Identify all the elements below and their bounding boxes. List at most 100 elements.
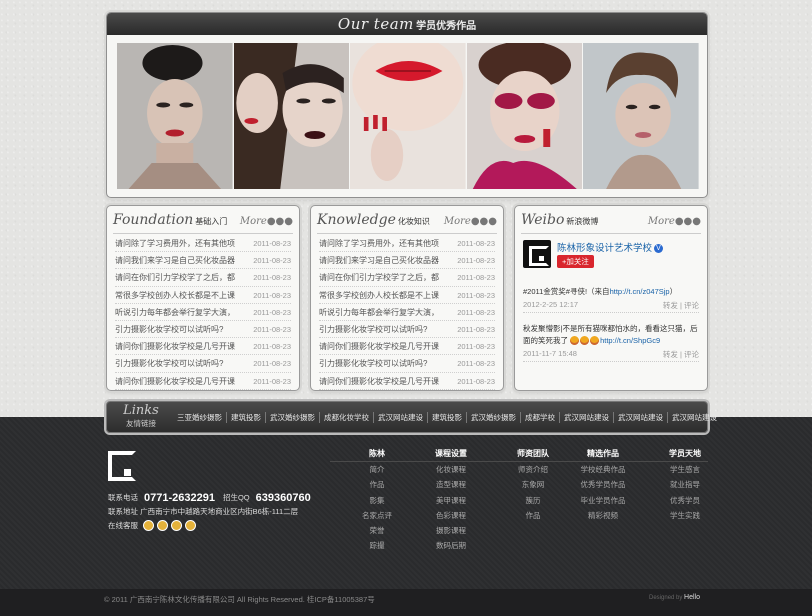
qq-service-icon[interactable] <box>185 520 197 531</box>
emoji-icon <box>590 336 600 345</box>
portrait-photo-4[interactable] <box>466 43 583 189</box>
list-item[interactable]: 请问除了学习费用外，还有其他项 2011-08-23 <box>115 235 291 253</box>
footer-link[interactable]: 就业指导 <box>650 477 720 492</box>
friend-link[interactable]: 成都化妆学校 <box>320 411 374 423</box>
friend-link[interactable]: 武汉网站建设 <box>614 411 668 423</box>
friend-link[interactable]: 建筑投影 <box>227 411 266 423</box>
post-link[interactable]: http://t.cn/z047Sjp <box>610 287 670 296</box>
list-item[interactable]: 引力摄影化妆学校可以试听吗? 2011-08-23 <box>115 355 291 373</box>
footer-link[interactable]: 简介 <box>342 462 412 477</box>
friend-link[interactable]: 三亚婚纱摄影 <box>173 411 227 423</box>
qq-service-icon[interactable] <box>157 520 169 531</box>
friend-link[interactable]: 成都学校 <box>521 411 560 423</box>
footer-link[interactable]: 优秀学员作品 <box>568 477 638 492</box>
weibo-feed[interactable]: #2011金赏奖#寻侠!（来自http://t.cn/z047Sjp） 2012… <box>523 286 699 386</box>
footer-link[interactable]: 造型课程 <box>416 477 486 492</box>
team-title: 学员优秀作品 <box>416 21 477 32</box>
friend-link[interactable]: 武汉网站建设 <box>668 412 721 423</box>
list-item[interactable]: 引力摄影化妆学校可以试听吗? 2011-08-23 <box>115 321 291 339</box>
list-item[interactable]: 常很多学校创办人校长都是不上课 2011-08-23 <box>319 287 495 304</box>
repost-link[interactable]: 转发 <box>663 301 678 310</box>
qq-service-icon[interactable] <box>171 520 183 531</box>
weibo-post: 秋发聚懵影|不是所有猫咪都怕水的，看看这只猫，后面的笑死我了 http://t.… <box>523 323 699 362</box>
footer-link[interactable]: 名家点评 <box>342 508 412 523</box>
list-item[interactable]: 请问在你们引力学校学了之后，都 2011-08-23 <box>115 269 291 287</box>
footer-col-chenlin: 陈林 简介 作品 影集 名家点评 荣誉 踪撮 <box>342 448 412 554</box>
footer-link[interactable]: 摄影课程 <box>416 523 486 538</box>
list-item[interactable]: 常很多学校创办人校长都是不上课 2011-08-23 <box>115 287 291 304</box>
footer-link[interactable]: 学生感言 <box>650 462 720 477</box>
friend-link[interactable]: 武汉网站建设 <box>560 411 614 423</box>
repost-link[interactable]: 转发 <box>663 350 678 359</box>
footer-link[interactable]: 簇历 <box>498 493 568 508</box>
footer-link[interactable]: 精彩视频 <box>568 508 638 523</box>
footer-nav: 陈林 简介 作品 影集 名家点评 荣誉 踪撮 课程设置 化妆课程 造型课程 美甲… <box>330 448 708 558</box>
post-time: 2012-2-25 12:17 <box>523 300 579 309</box>
portrait-photo-5[interactable] <box>583 43 699 189</box>
list-item[interactable]: 请问除了学习费用外，还有其他项 2011-08-23 <box>319 235 495 253</box>
list-item[interactable]: 请问我们来学习是自己买化妆品器 2011-08-23 <box>115 252 291 270</box>
friend-link[interactable]: 武汉网站建设 <box>374 411 428 423</box>
friend-link[interactable]: 武汉婚纱摄影 <box>467 411 521 423</box>
list-item[interactable]: 请问你们摄影化妆学校是几号开课 2011-08-23 <box>319 373 495 390</box>
portrait-photo-2[interactable] <box>233 43 350 189</box>
knowledge-title-script: Knowledge <box>317 212 396 228</box>
photo-strip <box>117 43 699 189</box>
list-item[interactable]: 请问我们来学习是自己买化妆品器 2011-08-23 <box>319 252 495 270</box>
links-list: 三亚婚纱摄影 建筑投影 武汉婚纱摄影 成都化妆学校 武汉网站建设 建筑投影 武汉… <box>173 402 717 432</box>
post-link[interactable]: http://t.cn/ShpGc9 <box>600 336 660 345</box>
footer-link[interactable]: 数码后期 <box>416 538 486 553</box>
list-item[interactable]: 引力摄影化妆学校可以试听吗? 2011-08-23 <box>319 321 495 339</box>
footer-link[interactable]: 踪撮 <box>342 538 412 553</box>
comment-link[interactable]: 评论 <box>684 301 699 310</box>
friend-links-bar: Links 友情链接 三亚婚纱摄影 建筑投影 武汉婚纱摄影 成都化妆学校 武汉网… <box>106 401 717 433</box>
footer-link[interactable]: 师资介绍 <box>498 462 568 477</box>
footer-link[interactable]: 色彩课程 <box>416 508 486 523</box>
foundation-list: 请问除了学习费用外，还有其他项 2011-08-23 请问我们来学习是自己买化妆品… <box>115 235 291 390</box>
list-item[interactable]: 请问你们摄影化妆学校是几号开课 2011-08-23 <box>115 338 291 356</box>
friend-link[interactable]: 建筑投影 <box>428 411 467 423</box>
footer-link[interactable]: 作品 <box>342 477 412 492</box>
knowledge-more-link[interactable]: More●●● <box>444 216 497 227</box>
knowledge-list: 请问除了学习费用外，还有其他项 2011-08-23 请问我们来学习是自己买化妆品… <box>319 235 495 390</box>
weibo-account: 陈林形象设计艺术学校 V +加关注 <box>523 240 693 274</box>
links-title: Links 友情链接 <box>123 403 159 429</box>
foundation-panel: Foundation 基础入门 More●●● 请问除了学习费用外，还有其他项 20… <box>106 205 300 391</box>
emoji-icon <box>570 336 580 345</box>
school-logo-icon[interactable] <box>523 240 551 268</box>
friend-link[interactable]: 武汉婚纱摄影 <box>266 411 320 423</box>
list-item[interactable]: 请问你们摄影化妆学校是几号开课 2011-08-23 <box>319 338 495 356</box>
weibo-account-name[interactable]: 陈林形象设计艺术学校 V <box>557 240 664 254</box>
list-item[interactable]: 听说引力每年都会举行复学大演， 2011-08-23 <box>319 304 495 321</box>
address: 广西南宁市中越路天地商业区内街B6栋-111二层 <box>140 507 299 516</box>
footer-link[interactable]: 东象网 <box>498 477 568 492</box>
list-item[interactable]: 请问你们摄影化妆学校是几号开课 2011-08-23 <box>115 373 291 390</box>
footer-link[interactable]: 优秀学员 <box>650 493 720 508</box>
weibo-post: #2011金赏奖#寻侠!（来自http://t.cn/z047Sjp） 2012… <box>523 286 699 313</box>
footer-link[interactable]: 毕业学员作品 <box>568 493 638 508</box>
footer-link[interactable]: 学生实践 <box>650 508 720 523</box>
weibo-panel: Weibo 新浪微博 More●●● 陈林形象设计艺术学校 V +加关注 #2011… <box>514 205 708 391</box>
footer-link[interactable]: 作品 <box>498 508 568 523</box>
footer-link[interactable]: 学校经典作品 <box>568 462 638 477</box>
portrait-photo-3[interactable] <box>350 43 466 189</box>
footer-col-students: 学员天地 学生感言 就业指导 优秀学员 学生实践 <box>650 448 720 523</box>
footer-link[interactable]: 影集 <box>342 493 412 508</box>
follow-button[interactable]: +加关注 <box>557 255 594 268</box>
footer-link[interactable]: 美甲课程 <box>416 493 486 508</box>
qq-service-icon[interactable] <box>143 520 155 531</box>
list-item[interactable]: 听说引力每年都会举行复学大演， 2011-08-23 <box>115 304 291 321</box>
designed-by[interactable]: Designed by Hello <box>649 594 700 601</box>
footer-link[interactable]: 荣誉 <box>342 523 412 538</box>
list-item[interactable]: 请问在你们引力学校学了之后，都 2011-08-23 <box>319 269 495 287</box>
footer-link[interactable]: 化妆课程 <box>416 462 486 477</box>
foundation-more-link[interactable]: More●●● <box>240 216 293 227</box>
portrait-photo-1[interactable] <box>117 43 233 189</box>
comment-link[interactable]: 评论 <box>684 350 699 359</box>
footer-logo-icon <box>108 451 136 481</box>
list-item[interactable]: 引力摄影化妆学校可以试听吗? 2011-08-23 <box>319 355 495 373</box>
weibo-more-link[interactable]: More●●● <box>648 216 701 227</box>
knowledge-title: 化妆知识 <box>397 217 430 226</box>
contact-info: 联系电话 0771-2632291 招生QQ 639360760 联系地址 广西南宁市… <box>108 492 311 531</box>
phone-number: 0771-2632291 <box>144 492 215 504</box>
